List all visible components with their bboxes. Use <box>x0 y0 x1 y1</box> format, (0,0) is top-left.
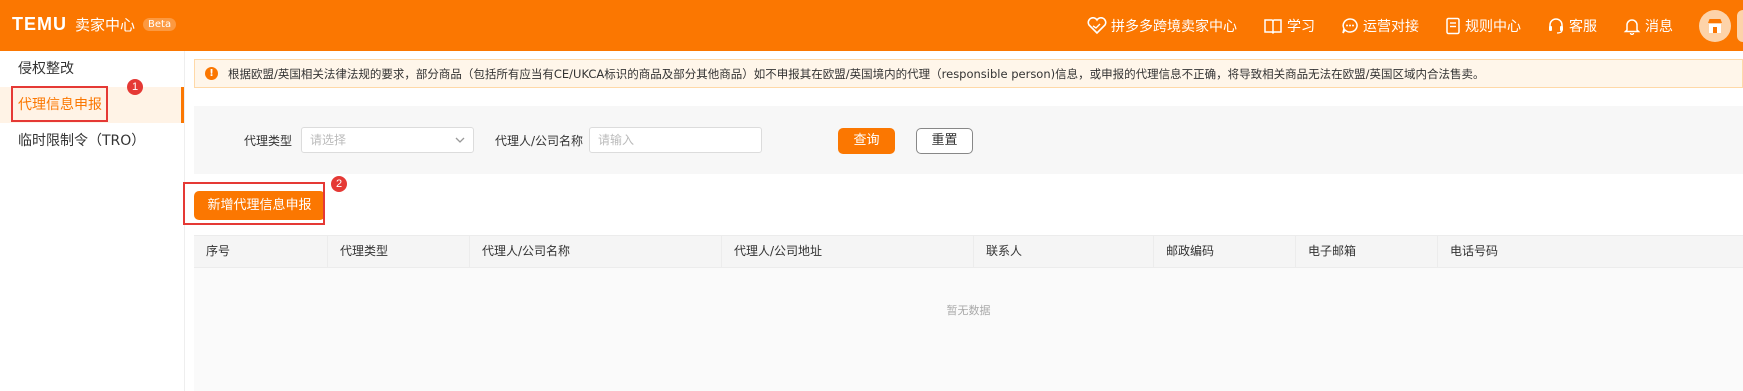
chevron-down-icon <box>455 137 465 143</box>
empty-text: 暂无数据 <box>946 304 991 317</box>
annotation-marker-1: 1 <box>127 79 143 95</box>
header-nav: 拼多多跨境卖家中心 学习 运营对接 规则中心 客服 消息 <box>1087 0 1743 51</box>
sidebar-item-label: 侵权整改 <box>18 61 74 77</box>
account-menu-edge[interactable] <box>1737 9 1743 42</box>
temu-logo: TEMU <box>12 14 67 34</box>
column-header-contact: 联系人 <box>974 236 1154 267</box>
book-icon <box>1264 18 1282 34</box>
nav-label: 规则中心 <box>1465 18 1521 35</box>
nav-label: 客服 <box>1569 18 1597 35</box>
sidebar-item-infringement-rectification[interactable]: 侵权整改 <box>0 51 184 87</box>
top-navbar: TEMU 卖家中心 Beta 拼多多跨境卖家中心 学习 运营对接 规则中心 客服… <box>0 0 1743 51</box>
column-header-agent-name: 代理人/公司名称 <box>470 236 722 267</box>
annotation-marker-2: 2 <box>331 176 347 192</box>
sidebar-item-tro[interactable]: 临时限制令（TRO） <box>0 123 184 159</box>
main-content: ! 根据欧盟/英国相关法律法规的要求，部分商品（包括所有应当有CE/UKCA标识… <box>186 51 1743 391</box>
sidebar-item-label: 临时限制令（TRO） <box>18 133 146 149</box>
column-header-email: 电子邮箱 <box>1296 236 1438 267</box>
column-header-agent-type: 代理类型 <box>328 236 470 267</box>
agent-type-label: 代理类型 <box>244 134 293 148</box>
annotation-box-1 <box>11 86 108 122</box>
agent-name-input[interactable]: 请输入 <box>589 127 762 153</box>
document-icon <box>1446 17 1460 34</box>
reset-button[interactable]: 重置 <box>916 128 973 154</box>
agent-type-select[interactable]: 请选择 <box>301 127 474 153</box>
nav-learn[interactable]: 学习 <box>1263 16 1315 36</box>
shop-avatar[interactable] <box>1699 9 1731 42</box>
select-placeholder: 请选择 <box>310 133 347 147</box>
notice-text: 根据欧盟/英国相关法律法规的要求，部分商品（包括所有应当有CE/UKCA标识的商… <box>228 66 1485 81</box>
compliance-notice: ! 根据欧盟/英国相关法律法规的要求，部分商品（包括所有应当有CE/UKCA标识… <box>194 59 1743 88</box>
beta-badge: Beta <box>143 18 177 31</box>
input-placeholder: 请输入 <box>598 133 635 147</box>
nav-label: 学习 <box>1287 18 1315 35</box>
column-header-index: 序号 <box>194 236 328 267</box>
nav-rules-center[interactable]: 规则中心 <box>1445 16 1521 36</box>
agent-table: 序号 代理类型 代理人/公司名称 代理人/公司地址 联系人 邮政编码 电子邮箱 … <box>194 235 1743 391</box>
heart-handshake-icon <box>1087 16 1107 34</box>
bell-icon <box>1623 18 1641 35</box>
nav-label: 消息 <box>1645 18 1673 35</box>
nav-customer-service[interactable]: 客服 <box>1547 16 1597 36</box>
nav-operation-contact[interactable]: 运营对接 <box>1341 16 1419 36</box>
app-name: 卖家中心 <box>75 16 136 34</box>
column-header-phone: 电话号码 <box>1450 244 1499 258</box>
annotation-box-2 <box>183 182 325 225</box>
nav-messages[interactable]: 消息 <box>1623 16 1673 36</box>
nav-pdd-cross-border[interactable]: 拼多多跨境卖家中心 <box>1087 16 1237 36</box>
query-button[interactable]: 查询 <box>838 128 895 154</box>
table-empty-state: 暂无数据 <box>194 268 1743 391</box>
column-header-agent-address: 代理人/公司地址 <box>722 236 974 267</box>
table-header: 序号 代理类型 代理人/公司名称 代理人/公司地址 联系人 邮政编码 电子邮箱 … <box>194 235 1743 268</box>
headset-icon <box>1549 17 1563 34</box>
agent-name-label: 代理人/公司名称 <box>495 134 584 148</box>
chat-icon <box>1342 17 1358 33</box>
column-header-postal-code: 邮政编码 <box>1154 236 1296 267</box>
nav-label: 运营对接 <box>1363 18 1419 35</box>
nav-label: 拼多多跨境卖家中心 <box>1111 18 1237 35</box>
brand[interactable]: TEMU 卖家中心 Beta <box>12 14 177 35</box>
store-icon <box>1708 18 1722 33</box>
warning-icon: ! <box>205 67 218 80</box>
filter-panel: 代理类型 请选择 代理人/公司名称 请输入 查询 重置 <box>194 106 1743 174</box>
